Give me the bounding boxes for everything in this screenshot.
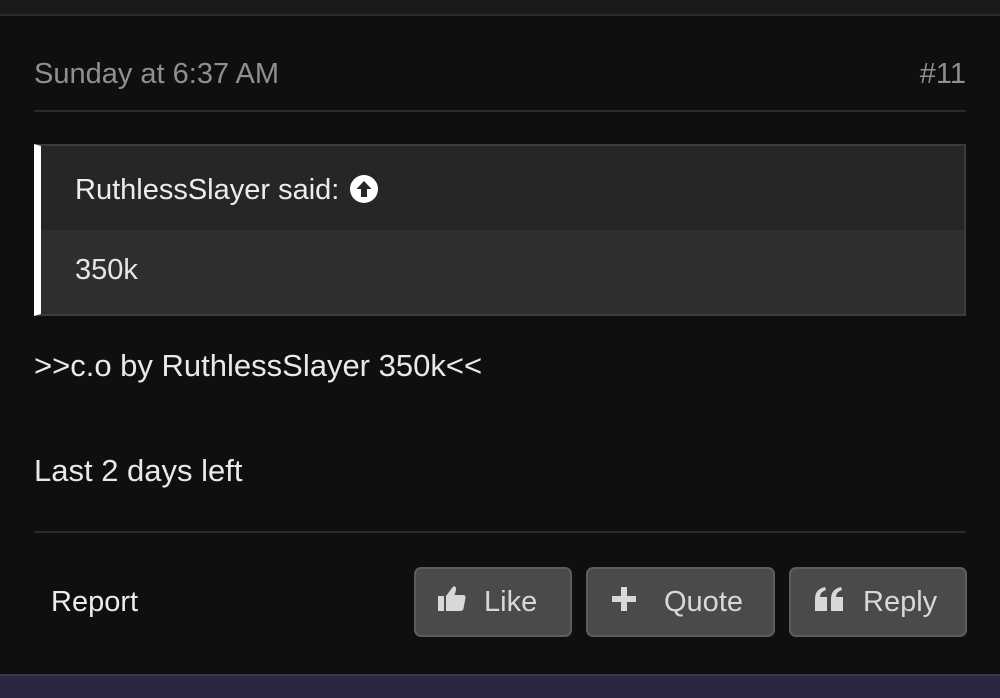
report-link[interactable]: Report (51, 582, 138, 622)
like-label: Like (484, 585, 538, 618)
bottom-bar (0, 674, 1000, 698)
quote-attribution: RuthlessSlayer said: (75, 172, 379, 208)
quote-block: RuthlessSlayer said: 350k (34, 144, 966, 316)
post-permalink[interactable]: #11 (920, 56, 966, 92)
footer-divider (34, 531, 966, 533)
arrow-circle-up-icon[interactable] (349, 174, 379, 204)
quote-body: 350k (75, 254, 138, 286)
post-header: Sunday at 6:37 AM #11 (34, 56, 966, 112)
post-date[interactable]: Sunday at 6:37 AM (34, 56, 279, 92)
quote-label: Quote (664, 585, 743, 618)
forum-post: Sunday at 6:37 AM #11 RuthlessSlayer sai… (0, 16, 1000, 674)
quote-header: RuthlessSlayer said: (41, 146, 964, 230)
like-button[interactable]: Like (414, 567, 572, 637)
plus-icon (612, 586, 636, 619)
reply-label: Reply (863, 585, 938, 618)
message-line: Last 2 days left (34, 453, 243, 488)
quote-author-label: RuthlessSlayer said: (75, 174, 340, 206)
thumbs-up-icon (438, 585, 466, 619)
top-divider (0, 0, 1000, 16)
quote-button[interactable]: Quote (586, 567, 775, 637)
quote-marks-icon (815, 586, 843, 619)
reply-button[interactable]: Reply (789, 567, 967, 637)
message-line: >>c.o by RuthlessSlayer 350k<< (34, 348, 483, 383)
